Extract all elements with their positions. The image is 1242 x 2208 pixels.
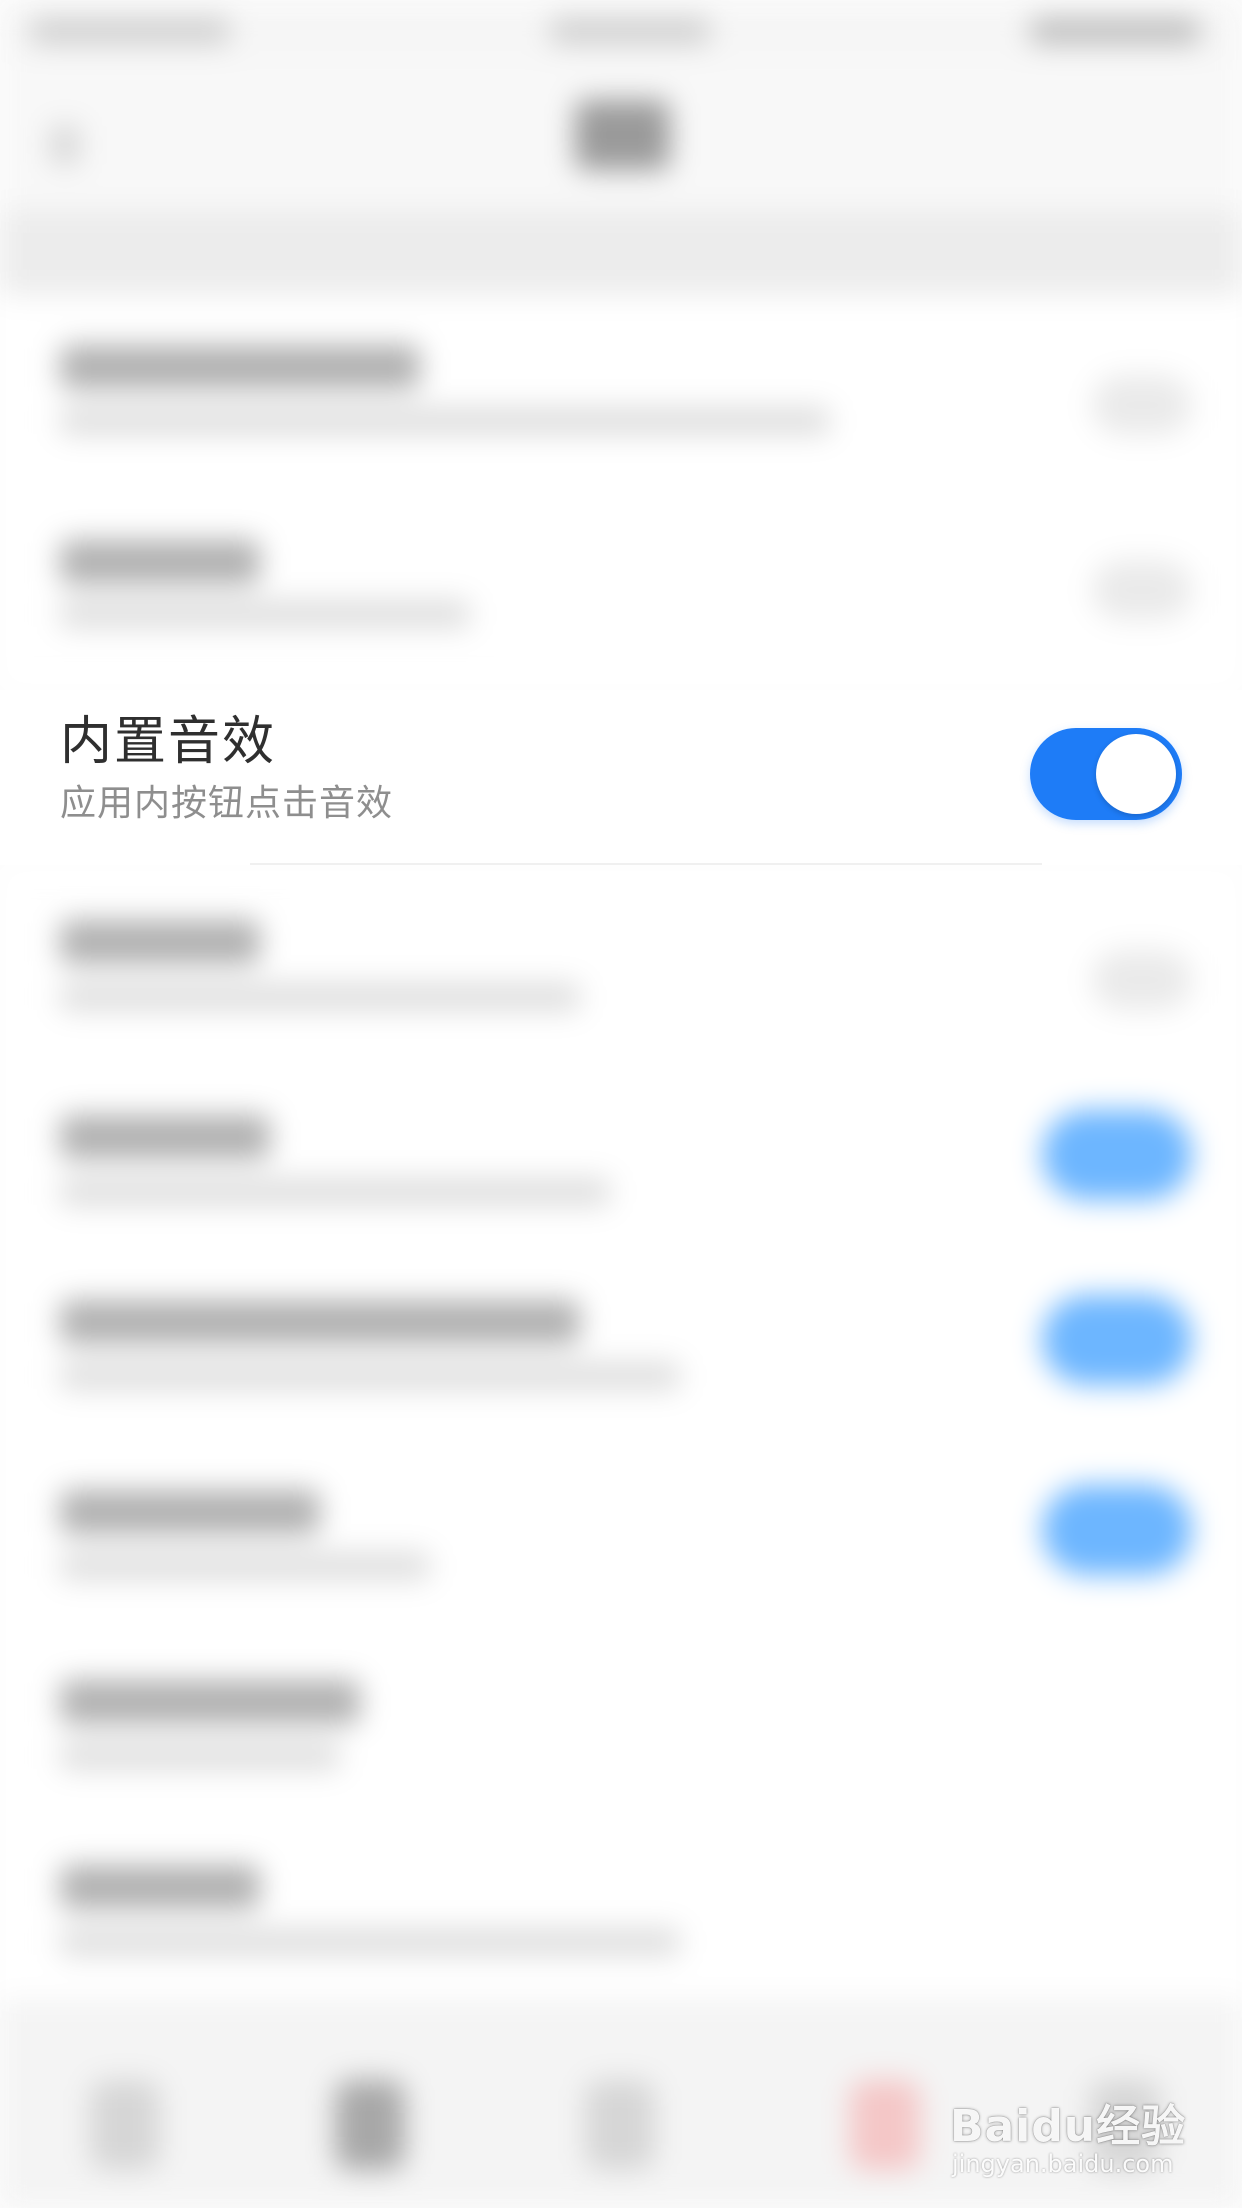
row-subtitle — [60, 983, 580, 1011]
blurred-background — [0, 0, 1242, 2208]
settings-row[interactable] — [0, 295, 1242, 485]
toggle-knob — [1096, 734, 1176, 814]
row-subtitle — [60, 1742, 340, 1770]
toggle-switch[interactable] — [1092, 375, 1192, 435]
row-title — [60, 1490, 320, 1534]
status-bar — [0, 0, 1242, 60]
row-title — [60, 540, 260, 584]
tab-home-icon[interactable] — [90, 2080, 160, 2170]
row-divider — [250, 863, 1042, 865]
baidu-jingyan-watermark: Baidu经验 jingyan.baidu.com — [950, 2070, 1190, 2190]
status-bar-battery — [1030, 18, 1200, 44]
section-divider — [0, 210, 1242, 295]
tab-notification-icon[interactable] — [850, 2080, 920, 2170]
row-title — [60, 1680, 360, 1724]
setting-row-builtin-sound[interactable]: 内置音效 应用内按钮点击音效 — [0, 690, 1242, 865]
row-title — [60, 920, 260, 964]
setting-title: 内置音效 — [60, 712, 277, 772]
back-icon[interactable] — [50, 125, 80, 165]
watermark-logo: Baidu经验 — [950, 2101, 1187, 2152]
row-title — [60, 345, 420, 389]
row-subtitle — [60, 1362, 680, 1390]
settings-row[interactable] — [0, 1810, 1242, 2000]
row-subtitle — [60, 1178, 610, 1206]
status-bar-time — [550, 18, 710, 44]
toggle-switch[interactable] — [1042, 1295, 1192, 1385]
builtin-sound-toggle[interactable] — [1030, 728, 1182, 820]
tab-discover-icon[interactable] — [335, 2080, 405, 2170]
settings-row[interactable] — [0, 485, 1242, 690]
row-subtitle — [60, 1552, 430, 1580]
settings-row[interactable] — [0, 865, 1242, 1060]
settings-row[interactable] — [0, 1630, 1242, 1810]
settings-row[interactable] — [0, 1440, 1242, 1630]
row-subtitle — [60, 407, 830, 435]
toggle-switch[interactable] — [1042, 1110, 1192, 1200]
row-title — [60, 1115, 270, 1159]
settings-row[interactable] — [0, 1250, 1242, 1440]
row-subtitle — [60, 600, 470, 628]
toggle-switch[interactable] — [1092, 950, 1192, 1010]
watermark-url: jingyan.baidu.com — [952, 2150, 1174, 2178]
page-title — [575, 100, 670, 170]
navigation-bar — [0, 60, 1242, 210]
row-title — [60, 1300, 580, 1344]
tab-center-icon[interactable] — [585, 2080, 655, 2170]
toggle-switch[interactable] — [1092, 560, 1192, 620]
status-bar-left — [30, 18, 230, 44]
toggle-switch[interactable] — [1042, 1485, 1192, 1575]
setting-subtitle: 应用内按钮点击音效 — [60, 783, 394, 824]
row-title — [60, 1865, 260, 1909]
settings-row[interactable] — [0, 1060, 1242, 1250]
settings-screen: 内置音效 应用内按钮点击音效 Baidu经验 jingyan.baidu.com — [0, 0, 1242, 2208]
row-subtitle — [60, 1928, 680, 1956]
